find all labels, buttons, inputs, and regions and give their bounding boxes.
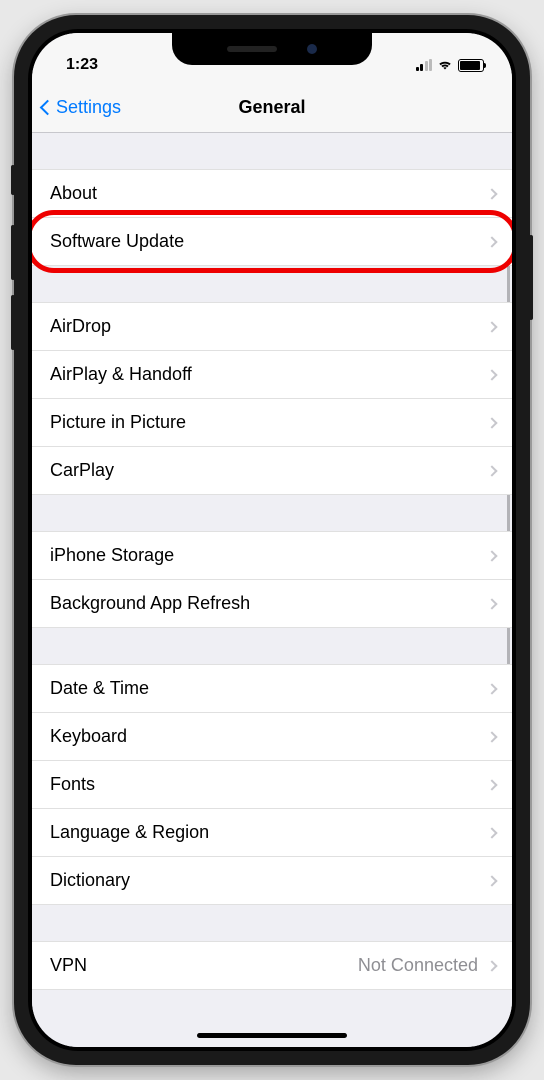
content-scroll[interactable]: About Software Update AirDrop xyxy=(32,133,512,1047)
page-title: General xyxy=(238,97,305,118)
notch xyxy=(172,33,372,65)
chevron-right-icon xyxy=(486,465,497,476)
chevron-right-icon xyxy=(486,598,497,609)
row-airdrop[interactable]: AirDrop xyxy=(32,302,512,351)
chevron-left-icon xyxy=(40,100,56,116)
chevron-right-icon xyxy=(486,550,497,561)
row-background-app-refresh[interactable]: Background App Refresh xyxy=(32,580,512,628)
back-button[interactable]: Settings xyxy=(42,97,121,118)
row-carplay[interactable]: CarPlay xyxy=(32,447,512,495)
row-dictionary[interactable]: Dictionary xyxy=(32,857,512,905)
power-button xyxy=(529,235,533,320)
row-keyboard[interactable]: Keyboard xyxy=(32,713,512,761)
chevron-right-icon xyxy=(486,683,497,694)
chevron-right-icon xyxy=(486,827,497,838)
chevron-right-icon xyxy=(486,369,497,380)
row-label: Software Update xyxy=(50,231,184,252)
back-label: Settings xyxy=(56,97,121,118)
chevron-right-icon xyxy=(486,779,497,790)
volume-down-button xyxy=(11,295,15,350)
row-value: Not Connected xyxy=(358,955,478,976)
volume-up-button xyxy=(11,225,15,280)
row-about[interactable]: About xyxy=(32,169,512,218)
chevron-right-icon xyxy=(486,960,497,971)
screen: 1:23 Settings General xyxy=(32,33,512,1047)
silent-switch xyxy=(11,165,15,195)
phone-frame: 1:23 Settings General xyxy=(14,15,530,1065)
row-label: Keyboard xyxy=(50,726,127,747)
section-connectivity: AirDrop AirPlay & Handoff Picture in Pic… xyxy=(32,302,512,495)
row-label: iPhone Storage xyxy=(50,545,174,566)
row-date-time[interactable]: Date & Time xyxy=(32,664,512,713)
section-storage: iPhone Storage Background App Refresh xyxy=(32,531,512,628)
section-input-locale: Date & Time Keyboard Fonts Language & Re… xyxy=(32,664,512,905)
row-label: Language & Region xyxy=(50,822,209,843)
chevron-right-icon xyxy=(486,188,497,199)
cellular-signal-icon xyxy=(416,59,433,71)
row-label: Background App Refresh xyxy=(50,593,250,614)
row-label: AirPlay & Handoff xyxy=(50,364,192,385)
battery-icon xyxy=(458,59,484,72)
chevron-right-icon xyxy=(486,321,497,332)
row-label: VPN xyxy=(50,955,87,976)
chevron-right-icon xyxy=(486,875,497,886)
chevron-right-icon xyxy=(486,236,497,247)
home-indicator[interactable] xyxy=(197,1033,347,1038)
section-vpn: VPN Not Connected xyxy=(32,941,512,990)
section-device-info: About Software Update xyxy=(32,169,512,266)
chevron-right-icon xyxy=(486,417,497,428)
row-label: Picture in Picture xyxy=(50,412,186,433)
row-fonts[interactable]: Fonts xyxy=(32,761,512,809)
row-label: About xyxy=(50,183,97,204)
row-label: AirDrop xyxy=(50,316,111,337)
nav-bar: Settings General xyxy=(32,83,512,133)
row-iphone-storage[interactable]: iPhone Storage xyxy=(32,531,512,580)
row-label: Fonts xyxy=(50,774,95,795)
wifi-icon xyxy=(437,59,453,71)
row-picture-in-picture[interactable]: Picture in Picture xyxy=(32,399,512,447)
row-label: CarPlay xyxy=(50,460,114,481)
row-airplay-handoff[interactable]: AirPlay & Handoff xyxy=(32,351,512,399)
row-label: Dictionary xyxy=(50,870,130,891)
row-software-update[interactable]: Software Update xyxy=(32,218,512,266)
row-language-region[interactable]: Language & Region xyxy=(32,809,512,857)
chevron-right-icon xyxy=(486,731,497,742)
row-label: Date & Time xyxy=(50,678,149,699)
row-vpn[interactable]: VPN Not Connected xyxy=(32,941,512,990)
